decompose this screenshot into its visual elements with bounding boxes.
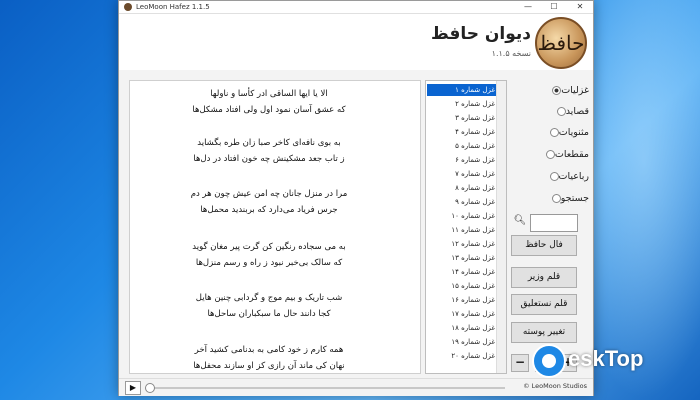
search-icon[interactable]: 🔍︎ xyxy=(513,214,527,228)
zoom-out-button[interactable]: − xyxy=(511,354,529,372)
poem-line: به می سجاده رنگین کن گرت پیر مغان گوید xyxy=(192,242,346,252)
font-nastaliq-button[interactable]: قلم نستعلیق xyxy=(511,294,577,315)
list-item[interactable]: غزل شماره ۱۴ xyxy=(427,266,497,278)
app-window: LeoMoon Hafez 1.1.5 — ☐ ✕ دیوان حافظ نسخ… xyxy=(118,0,594,396)
poem-line: الا یا ایها الساقی ادر کأسا و ناولها xyxy=(210,89,328,99)
list-item[interactable]: غزل شماره ۱۰ xyxy=(427,210,497,222)
radio-masnaviat[interactable]: مثنویات xyxy=(509,125,589,141)
app-version: نسخه ۱.۱.۵ xyxy=(491,49,531,58)
app-title: دیوان حافظ xyxy=(431,24,531,44)
poem-line: شب تاریک و بیم موج و گردابی چنین هایل xyxy=(195,293,343,303)
radio-label: قصاید xyxy=(565,106,589,117)
audio-progress-thumb[interactable] xyxy=(145,383,155,393)
list-scrollbar[interactable] xyxy=(496,81,506,373)
list-item[interactable]: غزل شماره ۷ xyxy=(427,168,497,180)
poem-line: نهان کی ماند آن رازی کز او سازند محفل‌ها xyxy=(193,361,345,371)
app-icon xyxy=(124,3,132,11)
radio-label: جستجو xyxy=(560,193,589,204)
list-item[interactable]: غزل شماره ۶ xyxy=(427,154,497,166)
radio-search[interactable]: جستجو xyxy=(509,191,589,207)
list-item[interactable]: غزل شماره ۲۰ xyxy=(427,350,497,362)
poem-line: که عشق آسان نمود اول ولی افتاد مشکل‌ها xyxy=(192,105,346,115)
app-header: دیوان حافظ نسخه ۱.۱.۵ حافظ xyxy=(119,14,593,70)
play-icon[interactable]: ▶ xyxy=(125,381,141,395)
audio-progress-track[interactable] xyxy=(145,387,505,389)
window-title: LeoMoon Hafez 1.1.5 xyxy=(136,3,210,11)
maximize-button[interactable]: ☐ xyxy=(541,1,567,13)
list-item[interactable]: غزل شماره ۱۲ xyxy=(427,238,497,250)
font-vazir-button[interactable]: قلم وزیر xyxy=(511,267,577,288)
poem-line: مرا در منزل جانان چه امن عیش چون هر دم xyxy=(190,189,348,199)
watermark-logo-icon xyxy=(532,344,566,378)
list-item[interactable]: غزل شماره ۹ xyxy=(427,196,497,208)
change-skin-button[interactable]: تغییر پوسته xyxy=(511,322,577,343)
logo-calligraphy: حافظ xyxy=(537,31,585,55)
list-item[interactable]: غزل شماره ۱۱ xyxy=(427,224,497,236)
poem-line: همه کارم ز خود کامی به بدنامی کشید آخر xyxy=(194,345,344,355)
fal-hafez-button[interactable]: فال حافظ xyxy=(511,235,577,256)
list-item[interactable]: غزل شماره ۴ xyxy=(427,126,497,138)
studio-credit: © LeoMoon Studios xyxy=(523,382,587,390)
list-item[interactable]: غزل شماره ۱۵ xyxy=(427,280,497,292)
poem-text-panel[interactable]: الا یا ایها الساقی ادر کأسا و ناولها که … xyxy=(129,80,421,374)
radio-icon xyxy=(549,128,559,137)
radio-icon xyxy=(549,172,559,181)
radio-selected-icon xyxy=(552,86,562,95)
radio-icon xyxy=(545,150,555,159)
radio-icon xyxy=(556,107,566,116)
list-item[interactable]: غزل شماره ۸ xyxy=(427,182,497,194)
list-item[interactable]: غزل شماره ۳ xyxy=(427,112,497,124)
radio-label: مثنویات xyxy=(558,127,589,138)
radio-label: غزلیات xyxy=(561,85,589,96)
list-item[interactable]: غزل شماره ۱۸ xyxy=(427,322,497,334)
poem-line: جرس فریاد می‌دارد که بربندید محمل‌ها xyxy=(200,205,338,215)
list-item[interactable]: غزل شماره ۱۶ xyxy=(427,294,497,306)
radio-label: رباعیات xyxy=(558,171,590,182)
radio-ghasayed[interactable]: قصاید xyxy=(509,104,589,120)
ghazal-list[interactable]: غزل شماره ۱ غزل شماره ۲ غزل شماره ۳ غزل … xyxy=(425,80,507,374)
poem-line: که سالک بی‌خبر نبود ز راه و رسم منزل‌ها xyxy=(195,258,343,268)
poem-line: کجا دانند حال ما سبکباران ساحل‌ها xyxy=(207,309,331,319)
watermark-text: eskTop xyxy=(568,346,644,371)
hafez-logo: حافظ xyxy=(535,17,587,69)
radio-ghazaliat[interactable]: غزلیات xyxy=(509,83,589,99)
radio-robaiat[interactable]: رباعیات xyxy=(509,169,589,185)
list-item[interactable]: غزل شماره ۱ xyxy=(427,84,497,96)
radio-label: مقطعات xyxy=(554,149,589,160)
poem-line: ز تاب جعد مشکینش چه خون افتاد در دل‌ها xyxy=(193,154,345,164)
radio-icon xyxy=(551,194,561,203)
title-bar: LeoMoon Hafez 1.1.5 — ☐ ✕ xyxy=(119,1,593,14)
list-item[interactable]: غزل شماره ۵ xyxy=(427,140,497,152)
list-item[interactable]: غزل شماره ۱۹ xyxy=(427,336,497,348)
list-item[interactable]: غزل شماره ۲ xyxy=(427,98,497,110)
poem-line: به بوی نافه‌ای کاخر صبا زان طره بگشاید xyxy=(197,138,341,148)
list-item[interactable]: غزل شماره ۱۷ xyxy=(427,308,497,320)
player-bar: ▶ © LeoMoon Studios xyxy=(119,378,593,396)
watermark: eskTop xyxy=(532,342,700,382)
list-item[interactable]: غزل شماره ۱۳ xyxy=(427,252,497,264)
close-button[interactable]: ✕ xyxy=(567,1,593,13)
minimize-button[interactable]: — xyxy=(515,1,541,13)
radio-moghattaat[interactable]: مقطعات xyxy=(509,147,589,163)
search-input[interactable] xyxy=(530,214,578,232)
